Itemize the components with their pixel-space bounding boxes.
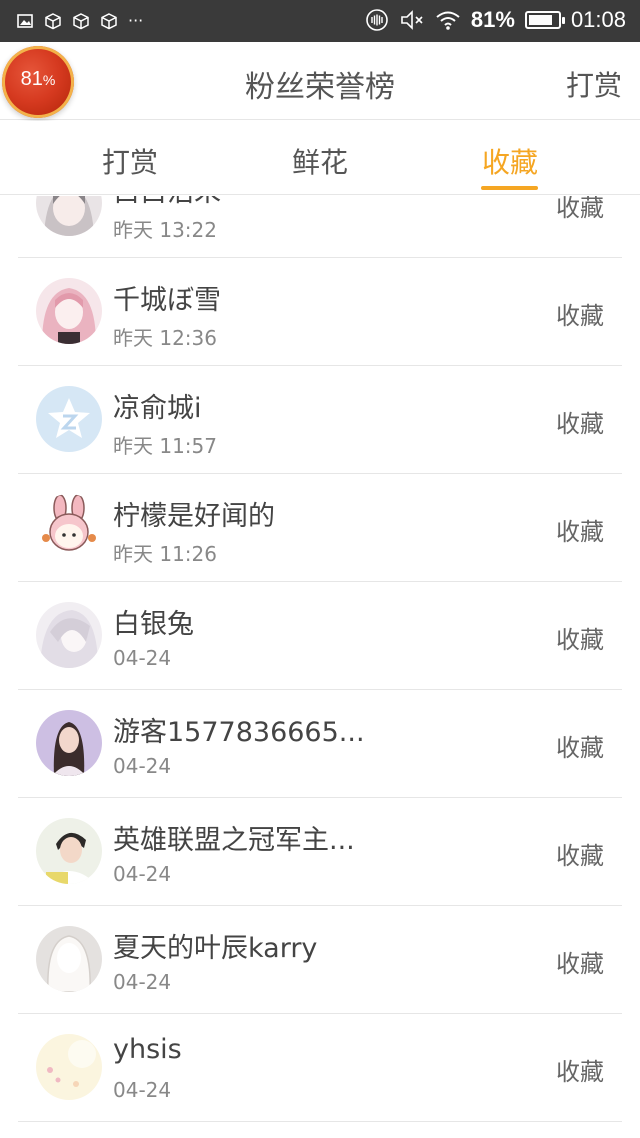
user-name: 白银兔 bbox=[113, 609, 194, 640]
more-notifications-icon: ··· bbox=[128, 11, 144, 30]
favorite-label: 收藏 bbox=[556, 950, 604, 978]
user-name: 凉俞城i bbox=[113, 393, 202, 424]
page-title: 粉丝荣誉榜 bbox=[245, 70, 395, 105]
fan-list: 白白沾朱 昨天 13:22 收藏 千城ぼ雪 昨天 12:36 收藏 凉俞城i 昨… bbox=[0, 196, 640, 1138]
avatar-pink-hair-icon bbox=[36, 278, 102, 344]
status-right: 81% 01:08 bbox=[365, 7, 626, 33]
user-time: 昨天 13:22 bbox=[113, 218, 217, 242]
user-time: 04-24 bbox=[113, 970, 172, 994]
image-icon bbox=[17, 14, 33, 28]
user-name: 英雄联盟之冠军主... bbox=[113, 825, 355, 856]
status-bar: ··· 81% 01:08 bbox=[0, 0, 640, 42]
list-item[interactable]: 柠檬是好闻的 昨天 11:26 收藏 bbox=[18, 474, 622, 582]
user-time: 04-24 bbox=[113, 862, 172, 886]
app-header: 81% 粉丝荣誉榜 打赏 bbox=[0, 42, 640, 120]
avatar-white-hair-icon bbox=[36, 602, 102, 668]
list-item[interactable]: 千城ぼ雪 昨天 12:36 收藏 bbox=[18, 258, 622, 366]
avatar-white-figure-icon bbox=[36, 926, 102, 992]
favorite-label: 收藏 bbox=[556, 842, 604, 870]
user-time: 昨天 12:36 bbox=[113, 326, 217, 350]
favorite-label: 收藏 bbox=[556, 302, 604, 330]
favorite-label: 收藏 bbox=[556, 196, 604, 222]
avatar-qq-default-icon bbox=[36, 386, 102, 452]
user-time: 04-24 bbox=[113, 754, 172, 778]
user-time: 04-24 bbox=[113, 1078, 172, 1102]
user-time: 昨天 11:26 bbox=[113, 542, 217, 566]
tab-flowers[interactable]: 鲜花 bbox=[260, 141, 380, 181]
tab-reward[interactable]: 打赏 bbox=[70, 141, 190, 181]
favorite-label: 收藏 bbox=[556, 1058, 604, 1086]
favorite-label: 收藏 bbox=[556, 410, 604, 438]
mute-icon bbox=[401, 10, 423, 30]
favorite-label: 收藏 bbox=[556, 734, 604, 762]
avatar-photo-girl-icon bbox=[36, 710, 102, 776]
status-left-icons: ··· bbox=[16, 12, 143, 30]
user-name: yhsis bbox=[113, 1034, 182, 1065]
list-item[interactable]: 英雄联盟之冠军主... 04-24 收藏 bbox=[18, 798, 622, 906]
wifi-icon bbox=[436, 11, 460, 30]
package-icon bbox=[101, 13, 117, 30]
favorite-label: 收藏 bbox=[556, 518, 604, 546]
avatar-anime-girl-icon bbox=[36, 196, 102, 236]
tab-bar: 打赏 鲜花 收藏 bbox=[0, 121, 640, 195]
user-name: 夏天的叶辰karry bbox=[113, 933, 318, 964]
battery-icon bbox=[524, 11, 565, 29]
list-item[interactable]: 夏天的叶辰karry 04-24 收藏 bbox=[18, 906, 622, 1014]
tab-favorites[interactable]: 收藏 bbox=[450, 141, 570, 181]
package-icon bbox=[45, 13, 61, 30]
list-item[interactable]: yhsis 04-24 收藏 bbox=[18, 1014, 622, 1122]
list-item[interactable]: 白白沾朱 昨天 13:22 收藏 bbox=[18, 196, 622, 258]
avatar-photo-boy-icon bbox=[36, 818, 102, 884]
user-time: 04-24 bbox=[113, 646, 172, 670]
user-name: 柠檬是好闻的 bbox=[113, 501, 275, 532]
package-icon bbox=[73, 13, 89, 30]
user-time: 昨天 11:57 bbox=[113, 434, 217, 458]
user-name: 千城ぼ雪 bbox=[113, 285, 221, 316]
battery-level bbox=[528, 15, 552, 25]
list-item[interactable]: 白银兔 04-24 收藏 bbox=[18, 582, 622, 690]
avatar-bunny-girl-icon bbox=[36, 494, 102, 560]
clock: 01:08 bbox=[570, 7, 626, 32]
user-name: 白白沾朱 bbox=[113, 196, 403, 209]
active-tab-indicator bbox=[481, 186, 538, 190]
favorite-label: 收藏 bbox=[556, 626, 604, 654]
user-name: 游客1577836665... bbox=[113, 717, 365, 748]
list-item[interactable]: 游客1577836665... 04-24 收藏 bbox=[18, 690, 622, 798]
vibrate-icon bbox=[366, 9, 388, 31]
list-item[interactable]: 凉俞城i 昨天 11:57 收藏 bbox=[18, 366, 622, 474]
battery-percent: 81% bbox=[470, 7, 515, 32]
reward-button[interactable]: 打赏 bbox=[566, 64, 622, 104]
avatar-pastel-icon bbox=[36, 1034, 102, 1100]
